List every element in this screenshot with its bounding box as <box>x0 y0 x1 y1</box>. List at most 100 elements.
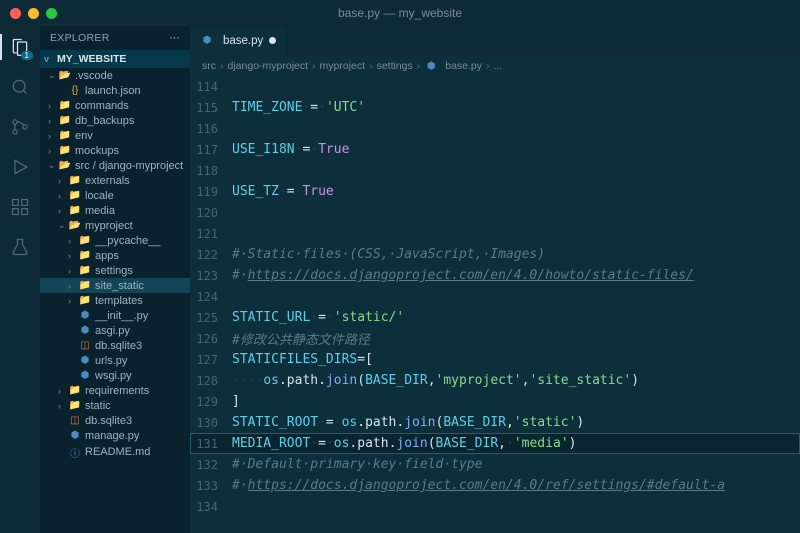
code-line[interactable]: 115TIME_ZONE·=·'UTC' <box>190 97 800 118</box>
activity-bar: 1 <box>0 26 40 533</box>
tree-item[interactable]: ›📁site_static <box>40 278 190 293</box>
source-control-icon[interactable] <box>7 114 33 140</box>
tree-item[interactable]: ›📁locale <box>40 188 190 203</box>
tree-item[interactable]: ⬢wsgi.py <box>40 368 190 383</box>
extensions-icon[interactable] <box>7 194 33 220</box>
code-content: ····os.path.join(BASE_DIR,'myproject','s… <box>232 373 639 388</box>
breadcrumb-item[interactable]: django-myproject <box>228 60 309 72</box>
line-number: 115 <box>190 101 232 115</box>
tree-item-label: README.md <box>85 446 150 458</box>
breadcrumb-item[interactable]: src <box>202 60 216 72</box>
code-line[interactable]: 130STATIC_ROOT·=·os.path.join(BASE_DIR,'… <box>190 412 800 433</box>
tree-item[interactable]: ◫db.sqlite3 <box>40 413 190 428</box>
code-line[interactable]: 133#·https://docs.djangoproject.com/en/4… <box>190 475 800 496</box>
breadcrumb-item[interactable]: ... <box>494 60 503 72</box>
folder-icon: 📁 <box>78 235 92 246</box>
code-line[interactable]: 121 <box>190 223 800 244</box>
tree-item[interactable]: {}launch.json <box>40 83 190 98</box>
code-line[interactable]: 127STATICFILES_DIRS=[ <box>190 349 800 370</box>
chevron-icon: ⌄ <box>48 160 58 171</box>
tree-item[interactable]: ⬢manage.py <box>40 428 190 443</box>
tree-item-label: db.sqlite3 <box>85 415 132 427</box>
tree-item[interactable]: ›📁apps <box>40 248 190 263</box>
tree-item[interactable]: ›📁static <box>40 398 190 413</box>
tab-base-py[interactable]: ⬢ base.py <box>190 26 286 56</box>
chevron-icon: › <box>58 176 68 186</box>
code-line[interactable]: 129] <box>190 391 800 412</box>
tree-item-label: db.sqlite3 <box>95 340 142 352</box>
breadcrumbs[interactable]: src›django-myproject›myproject›settings›… <box>190 56 800 76</box>
breadcrumb-item[interactable]: myproject <box>320 60 366 72</box>
tree-item[interactable]: ›📁db_backups <box>40 113 190 128</box>
breadcrumb-separator: › <box>312 60 316 72</box>
code-line[interactable]: 118 <box>190 160 800 181</box>
tree-root[interactable]: v MY_WEBSITE <box>40 50 190 68</box>
tabs: ⬢ base.py <box>190 26 800 56</box>
tree-item-label: src / django-myproject <box>75 160 183 172</box>
code-line[interactable]: 120 <box>190 202 800 223</box>
code-content: #·https://docs.djangoproject.com/en/4.0/… <box>232 478 725 493</box>
line-number: 128 <box>190 374 232 388</box>
sidebar-header: EXPLORER ⋯ <box>40 26 190 50</box>
tree-item-label: urls.py <box>95 355 127 367</box>
py-icon: ⬢ <box>68 430 82 441</box>
tree-item-label: __init__.py <box>95 310 148 322</box>
code-line[interactable]: 128····os.path.join(BASE_DIR,'myproject'… <box>190 370 800 391</box>
code-line[interactable]: 122#·Static·files·(CSS,·JavaScript,·Imag… <box>190 244 800 265</box>
code-line[interactable]: 134 <box>190 496 800 517</box>
tree-item[interactable]: ⬢asgi.py <box>40 323 190 338</box>
tree-item[interactable]: ›📁mockups <box>40 143 190 158</box>
explorer-icon[interactable]: 1 <box>7 34 33 60</box>
code-line[interactable]: 116 <box>190 118 800 139</box>
code-line[interactable]: 126#修改公共静态文件路径 <box>190 328 800 349</box>
chevron-icon: › <box>68 296 78 306</box>
code-content: #·https://docs.djangoproject.com/en/4.0/… <box>232 268 694 283</box>
testing-icon[interactable] <box>7 234 33 260</box>
close-window-button[interactable] <box>10 8 21 19</box>
breadcrumb-item[interactable]: base.py <box>445 60 482 72</box>
chevron-icon: › <box>68 251 78 261</box>
code-line[interactable]: 125STATIC_URL·=·'static/' <box>190 307 800 328</box>
chevron-icon: › <box>48 116 58 126</box>
line-number: 121 <box>190 227 232 241</box>
code-line[interactable]: 119USE_TZ·=·True <box>190 181 800 202</box>
tree-item-label: static <box>85 400 111 412</box>
tree-item[interactable]: ›📁__pycache__ <box>40 233 190 248</box>
tree-item[interactable]: ⬢__init__.py <box>40 308 190 323</box>
code-line[interactable]: 124 <box>190 286 800 307</box>
tree-item[interactable]: ›📁env <box>40 128 190 143</box>
tree-item[interactable]: ⓘREADME.md <box>40 443 190 461</box>
tree-item[interactable]: ›📁settings <box>40 263 190 278</box>
tree-item[interactable]: ›📁commands <box>40 98 190 113</box>
db-icon: ◫ <box>68 415 82 426</box>
code-line[interactable]: 131MEDIA_ROOT·=·os.path.join(BASE_DIR,·'… <box>190 433 800 454</box>
code-content: TIME_ZONE·=·'UTC' <box>232 100 365 115</box>
folder-icon: 📁 <box>58 115 72 126</box>
code-line[interactable]: 114 <box>190 76 800 97</box>
breadcrumb-item[interactable]: settings <box>377 60 413 72</box>
tree-item[interactable]: ›📁media <box>40 203 190 218</box>
maximize-window-button[interactable] <box>46 8 57 19</box>
tree-item[interactable]: ⌄📂.vscode <box>40 68 190 83</box>
tree-item[interactable]: ⌄📂myproject <box>40 218 190 233</box>
folder-icon: 📁 <box>68 175 82 186</box>
tree-item[interactable]: ›📁externals <box>40 173 190 188</box>
code-line[interactable]: 123#·https://docs.djangoproject.com/en/4… <box>190 265 800 286</box>
code-editor[interactable]: 114115TIME_ZONE·=·'UTC'116117USE_I18N·=·… <box>190 76 800 533</box>
minimize-window-button[interactable] <box>28 8 39 19</box>
folder-icon: 📁 <box>68 385 82 396</box>
code-line[interactable]: 117USE_I18N·=·True <box>190 139 800 160</box>
code-line[interactable]: 132#·Default·primary·key·field·type <box>190 454 800 475</box>
run-debug-icon[interactable] <box>7 154 33 180</box>
sidebar-more-icon[interactable]: ⋯ <box>169 32 180 44</box>
tree-item-label: commands <box>75 100 129 112</box>
tree-item[interactable]: ›📁requirements <box>40 383 190 398</box>
tree-item[interactable]: ›📁templates <box>40 293 190 308</box>
tree-item[interactable]: ◫db.sqlite3 <box>40 338 190 353</box>
folder-icon: 📁 <box>68 400 82 411</box>
search-icon[interactable] <box>7 74 33 100</box>
folder-icon: 📁 <box>78 280 92 291</box>
window-title: base.py — my_website <box>338 6 462 20</box>
tree-item[interactable]: ⌄📂src / django-myproject <box>40 158 190 173</box>
tree-item[interactable]: ⬢urls.py <box>40 353 190 368</box>
